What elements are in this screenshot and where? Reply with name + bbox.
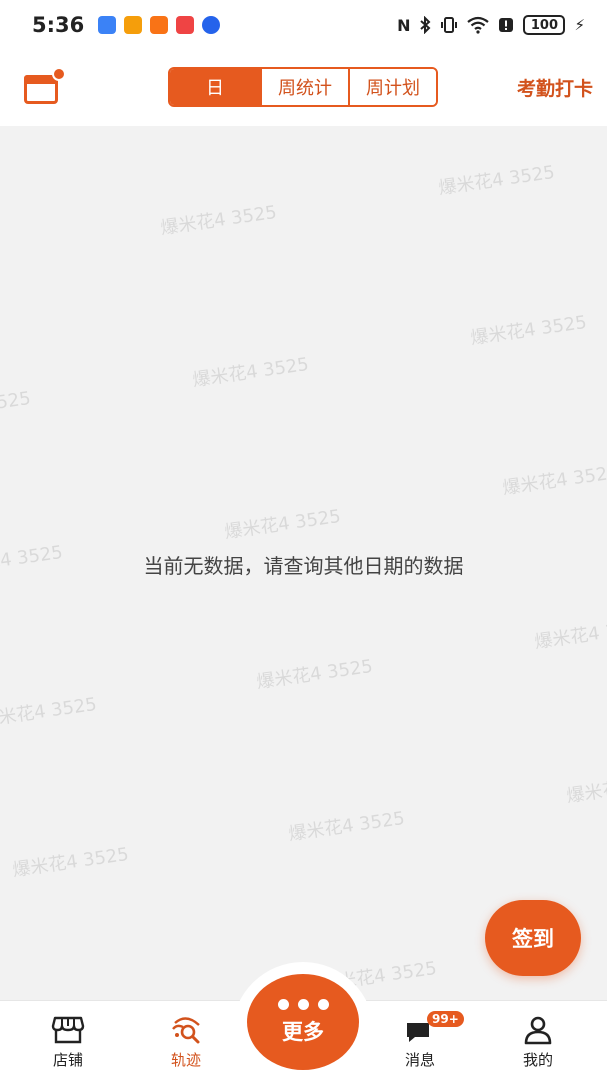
app-notification-icon (150, 16, 169, 34)
more-dots-icon (277, 998, 329, 1010)
nav-item-track[interactable]: 轨迹 (146, 1015, 226, 1070)
empty-state-message: 当前无数据，请查询其他日期的数据 (143, 554, 464, 578)
status-right: N 100 ⚡ (397, 15, 585, 35)
calendar-notification-dot (52, 67, 66, 81)
watermark: 爆米花4 3525 (437, 158, 556, 200)
app-notification-icon (202, 16, 221, 34)
watermark: 爆米花4 3525 (223, 505, 343, 544)
calendar-button[interactable] (24, 67, 66, 107)
store-icon (51, 1016, 85, 1044)
attendance-button[interactable]: 考勤打卡 (517, 74, 593, 101)
header: 日 周统计 周计划 考勤打卡 (0, 50, 607, 126)
period-tabs: 日 周统计 周计划 (168, 67, 438, 107)
charging-icon: ⚡ (574, 16, 585, 34)
more-button[interactable]: 更多 (247, 974, 359, 1070)
alert-icon (499, 18, 514, 32)
bluetooth-icon (420, 16, 431, 34)
status-time: 5:36 (32, 13, 85, 37)
tab-week-plan[interactable]: 周计划 (348, 69, 436, 105)
watermark: 爆米花4 3525 (255, 655, 375, 694)
watermark: 爆米花4 3525 (469, 311, 589, 350)
track-icon (172, 1017, 200, 1044)
wifi-icon (467, 16, 490, 34)
app-notification-icon (124, 16, 143, 34)
tab-week-stats[interactable]: 周统计 (260, 69, 348, 105)
main-content: 爆米花4 3525 爆米花4 3525 爆米花4 3525 爆米花4 3525 … (0, 126, 607, 1000)
status-left: 5:36 (32, 13, 221, 37)
user-icon (524, 1016, 552, 1045)
watermark: 爆米花4 3525 (0, 693, 99, 732)
nav-label-shop: 店铺 (52, 1051, 83, 1069)
more-label: 更多 (282, 1019, 324, 1044)
watermark: 爆米花4 3525 (287, 807, 407, 846)
vibrate-icon (441, 17, 458, 33)
status-bar: 5:36 N 100 ⚡ (0, 0, 607, 50)
nav-item-shop[interactable]: 店铺 (28, 1015, 108, 1070)
nav-label-track: 轨迹 (170, 1051, 201, 1069)
nav-item-messages[interactable]: 99+ 消息 (380, 1011, 464, 1070)
message-icon-wrap: 99+ (403, 1011, 464, 1045)
nfc-icon: N (397, 15, 411, 35)
nav-item-mine[interactable]: 我的 (498, 1015, 578, 1070)
nav-label-mine: 我的 (522, 1051, 553, 1069)
message-badge: 99+ (427, 1011, 464, 1027)
app-notification-icon (176, 16, 195, 34)
nav-label-messages: 消息 (404, 1051, 435, 1069)
watermark: 爆米花4 3525 (501, 461, 607, 500)
watermark: 爆米花4 3525 (0, 387, 33, 425)
watermark: 爆米花4 3525 (565, 770, 607, 808)
app-notification-icon (98, 16, 117, 34)
checkin-button[interactable]: 签到 (485, 900, 581, 976)
watermark: 爆米花4 3525 (191, 353, 311, 392)
watermark: 爆米花4 3525 (533, 615, 607, 654)
battery-indicator: 100 (523, 15, 566, 35)
watermark: 爆米花4 3525 (159, 198, 278, 240)
tab-day[interactable]: 日 (170, 69, 260, 105)
watermark: 爆米花4 3525 (11, 843, 131, 882)
